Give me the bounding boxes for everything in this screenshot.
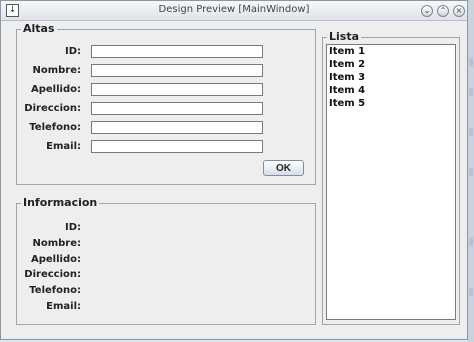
info-label-direccion: Direccion: [24, 269, 81, 280]
telefono-field[interactable] [91, 121, 263, 134]
title-bar[interactable]: ↓ Design Preview [MainWindow] ⌄ ⌃ × [1, 1, 467, 21]
altas-label-id: ID: [64, 46, 81, 57]
list-item[interactable]: Item 2 [327, 58, 455, 71]
info-label-telefono: Telefono: [29, 285, 81, 296]
window-title: Design Preview [MainWindow] [158, 4, 310, 15]
info-label-id: ID: [64, 222, 81, 233]
apellido-field[interactable] [91, 83, 263, 96]
info-label-email: Email: [46, 301, 81, 312]
altas-label-email: Email: [46, 141, 81, 152]
maximize-icon[interactable]: ⌃ [437, 5, 449, 17]
ok-button[interactable]: OK [263, 160, 304, 176]
background-strip [468, 0, 474, 342]
direccion-field[interactable] [91, 102, 263, 115]
lista-title: Lista [327, 30, 362, 43]
info-label-nombre: Nombre: [32, 238, 81, 249]
list-item[interactable]: Item 3 [327, 71, 455, 84]
nombre-field[interactable] [91, 64, 263, 77]
altas-label-apellido: Apellido: [31, 84, 81, 95]
altas-label-nombre: Nombre: [32, 65, 81, 76]
list-item[interactable]: Item 4 [327, 84, 455, 97]
altas-title: Altas [21, 22, 57, 35]
items-list[interactable]: Item 1 Item 2 Item 3 Item 4 Item 5 [326, 44, 456, 320]
main-window: ↓ Design Preview [MainWindow] ⌄ ⌃ × Alta… [0, 0, 468, 340]
list-item[interactable]: Item 1 [327, 45, 455, 58]
email-field[interactable] [91, 140, 263, 153]
list-item[interactable]: Item 5 [327, 97, 455, 110]
info-label-apellido: Apellido: [31, 254, 81, 265]
close-icon[interactable]: × [453, 5, 465, 17]
informacion-title: Informacion [21, 196, 100, 209]
altas-label-direccion: Direccion: [24, 103, 81, 114]
id-field[interactable] [91, 45, 263, 58]
altas-label-telefono: Telefono: [29, 122, 81, 133]
minimize-icon[interactable]: ⌄ [421, 5, 433, 17]
